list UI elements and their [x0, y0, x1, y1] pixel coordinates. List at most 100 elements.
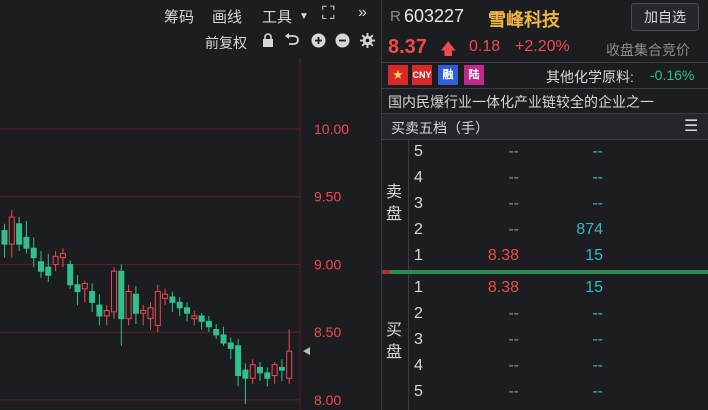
last-price: 8.37	[388, 36, 427, 58]
candle-body	[125, 291, 132, 320]
candle-body	[176, 301, 183, 309]
candle-body	[74, 284, 81, 293]
adjust-mode-button[interactable]: 前复权	[205, 33, 247, 53]
candle-body	[271, 364, 278, 377]
y-tick-label: 8.50	[314, 324, 341, 340]
lock-icon[interactable]	[262, 33, 274, 51]
orderbook-header: 买卖五档（手） ☰	[382, 114, 708, 139]
level-number: 1	[414, 247, 423, 264]
tag-cny: CNY	[412, 65, 432, 85]
candle-body	[264, 372, 271, 379]
undo-icon[interactable]	[284, 33, 299, 51]
zoom-out-icon[interactable]	[335, 33, 350, 52]
candle-body	[169, 296, 176, 303]
candle-body	[96, 304, 103, 317]
buy-row[interactable]: 4 -- --	[382, 354, 708, 380]
buy-row[interactable]: 3 -- --	[382, 328, 708, 354]
order-price: 8.38	[487, 279, 519, 296]
candle-body	[111, 270, 117, 313]
order-volume: 15	[585, 279, 603, 296]
order-volume: --	[592, 195, 603, 212]
order-price: --	[508, 221, 519, 238]
candle-body	[184, 307, 190, 314]
order-volume: 15	[585, 247, 603, 264]
candle-body	[249, 364, 256, 379]
tag-connect: 陆	[464, 65, 484, 85]
company-description: 国内民爆行业一体化产业链较全的企业之一	[388, 94, 654, 110]
order-price: --	[508, 357, 519, 374]
settings-gear-icon[interactable]	[360, 33, 375, 52]
sector-label[interactable]: 其他化学原料:	[546, 67, 634, 87]
candle-body	[191, 315, 198, 320]
level-number: 3	[414, 195, 423, 212]
order-volume: --	[592, 383, 603, 400]
candle-body	[81, 282, 88, 290]
candle-body	[205, 320, 212, 328]
level-number: 2	[414, 221, 423, 238]
candle-body	[89, 291, 96, 303]
zoom-in-icon[interactable]	[311, 33, 326, 52]
order-volume: --	[592, 357, 603, 374]
candlestick-chart[interactable]: 10.00 9.50 9.00 8.50 8.00	[0, 58, 380, 410]
level-number: 1	[414, 279, 423, 296]
candle-body	[213, 328, 220, 336]
candle-body	[147, 307, 154, 320]
candle-body	[45, 266, 52, 276]
order-price: --	[508, 331, 519, 348]
buy-row[interactable]: 1 8.38 15	[382, 276, 708, 302]
add-watchlist-button[interactable]: 加自选	[631, 3, 699, 31]
sell-row[interactable]: 2 -- 874	[382, 218, 708, 244]
candle-body	[286, 350, 293, 379]
candle-body	[198, 315, 205, 322]
candle-body	[154, 291, 161, 326]
draw-line-button[interactable]: 画线	[212, 6, 242, 27]
sell-row[interactable]: 1 8.38 15	[382, 244, 708, 270]
candle-body	[220, 334, 227, 344]
china-flag-icon: ★	[388, 65, 408, 85]
buy-row[interactable]: 2 -- --	[382, 302, 708, 328]
level-number: 2	[414, 305, 423, 322]
last-price-marker	[303, 347, 310, 356]
candle-body	[118, 270, 125, 320]
stock-name: 雪峰科技	[488, 10, 560, 30]
candle-body	[16, 223, 23, 245]
trading-status: 收盘集合竞价	[606, 42, 690, 58]
bid-ask-divider	[382, 270, 708, 274]
candle-body	[278, 366, 285, 371]
order-volume: --	[592, 305, 603, 322]
level-number: 3	[414, 331, 423, 348]
level-number: 5	[414, 143, 423, 160]
fullscreen-icon[interactable]: ⛶	[322, 4, 335, 22]
level-number: 4	[414, 357, 423, 374]
chevron-down-icon[interactable]: ▼	[299, 9, 309, 25]
order-price: --	[508, 143, 519, 160]
level-number: 4	[414, 169, 423, 186]
y-tick-label: 10.00	[314, 121, 349, 137]
sell-row[interactable]: 5 -- --	[382, 140, 708, 166]
candle-body	[30, 247, 37, 259]
order-volume: --	[592, 169, 603, 186]
candle-body	[103, 310, 110, 317]
chips-button[interactable]: 筹码	[164, 6, 194, 27]
sell-row[interactable]: 3 -- --	[382, 192, 708, 218]
candle-body	[1, 230, 8, 245]
up-arrow-icon: 🡅	[440, 41, 457, 58]
tools-button[interactable]: 工具	[262, 6, 292, 27]
chart-toolbar: 筹码 画线 工具 ▼ ⛶ » 前复权	[0, 0, 380, 58]
orderbook-title: 买卖五档（手）	[391, 120, 489, 136]
candle-body	[227, 342, 234, 349]
order-volume: --	[592, 143, 603, 160]
sell-row[interactable]: 4 -- --	[382, 166, 708, 192]
candle-body	[235, 345, 242, 377]
menu-icon[interactable]: ☰	[684, 116, 698, 136]
buy-row[interactable]: 5 -- --	[382, 380, 708, 406]
y-tick-label: 9.00	[314, 256, 341, 272]
price-change: 0.18	[469, 38, 501, 55]
order-price: 8.38	[487, 247, 519, 264]
order-price: --	[508, 305, 519, 322]
candle-body	[67, 263, 74, 286]
candle-body	[132, 293, 139, 314]
order-price: --	[508, 195, 519, 212]
candle-body	[23, 236, 30, 249]
collapse-panel-icon[interactable]: »	[358, 5, 367, 21]
